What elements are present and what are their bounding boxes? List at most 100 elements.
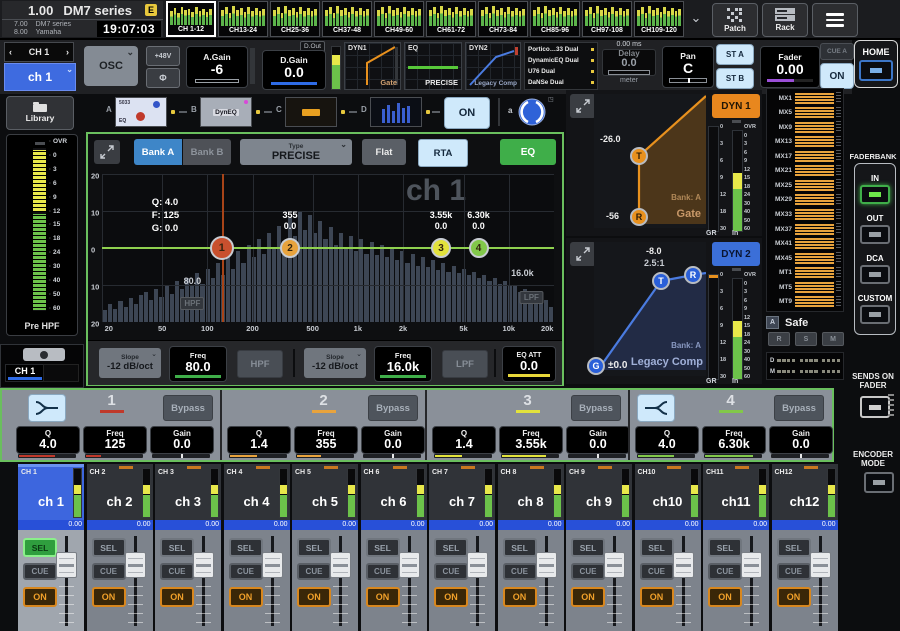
band-2-q-knob[interactable]: Q1.4 [227,426,291,454]
channel-strip-ch9[interactable]: CH 9ch 90.00SELCUEON [566,464,632,631]
st-a-button[interactable]: ST A [716,44,754,65]
expand-dyn2-button[interactable] [570,242,596,266]
strip-cue-button[interactable]: CUE [297,563,331,580]
strip-on-button[interactable]: ON [640,587,674,607]
dyn2-thumbnail[interactable]: DYN2 Legacy Comp [465,42,521,90]
band-3-gain-knob[interactable]: Gain0.0 [566,426,630,454]
insert-slot-a-thumbnail[interactable]: 5033 EQ [115,97,167,127]
strip-sel-button[interactable]: SEL [571,538,605,557]
strip-fader-handle[interactable] [125,552,146,578]
send-row-mx9[interactable]: MX9 [767,121,841,133]
dyn1-thumbnail[interactable]: DYN1 Gate [344,42,401,90]
band-1-q-knob[interactable]: Q4.0 [16,426,80,454]
channel-strip-ch1[interactable]: CH 1ch 10.00SELCUEON [18,464,84,631]
strip-fader-handle[interactable] [56,552,77,578]
strip-cue-button[interactable]: CUE [503,563,537,580]
channel-name-button[interactable]: ch 1⌄ [4,63,76,91]
channel-strip-ch2[interactable]: CH 2ch 20.00SELCUEON [87,464,153,631]
cue-a-button[interactable]: CUE A [820,43,854,60]
strip-on-button[interactable]: ON [777,587,811,607]
safe-r-button[interactable]: R [768,332,790,346]
band-2-gain-knob[interactable]: Gain0.0 [361,426,425,454]
strip-on-button[interactable]: ON [92,587,126,607]
phantom-48v-button[interactable]: +48V [146,46,180,66]
plugin-item[interactable]: Portico…33 Dual [528,46,594,53]
sends-meter-list[interactable]: MX1MX5MX9MX13MX17MX21MX25MX29MX33MX37MX4… [766,88,844,312]
strip-fader-handle[interactable] [330,552,351,578]
strip-sel-button[interactable]: SEL [777,538,811,557]
strip-on-button[interactable]: ON [503,587,537,607]
strip-fader-handle[interactable] [399,552,420,578]
strip-sel-button[interactable]: SEL [23,538,57,557]
eq-band-1-handle[interactable]: 1 [210,236,234,260]
send-row-mx37[interactable]: MX37 [767,223,841,235]
strip-fader-handle[interactable] [810,552,831,578]
lpf-freq-knob[interactable]: Freq16.0k [374,346,432,382]
strip-cue-button[interactable]: CUE [92,563,126,580]
eq-on-button[interactable]: EQ [500,139,556,165]
osc-button[interactable]: OSC⌄ [84,46,138,86]
insert-slot-b-thumbnail[interactable]: DynEQ [200,97,252,127]
strip-on-button[interactable]: ON [229,587,263,607]
gate-graph[interactable]: Bank: A Gate [594,94,706,228]
channel-strip-ch10[interactable]: CH10ch100.00SELCUEON [635,464,701,631]
dante-logo-icon[interactable] [518,98,546,126]
strip-fader-handle[interactable] [536,552,557,578]
send-row-mx45[interactable]: MX45 [767,252,841,264]
band-1-freq-knob[interactable]: Freq125 [83,426,147,454]
fader-value-box[interactable]: Fader 0.00 [760,46,820,88]
eq-band-3-handle[interactable]: 3 [431,238,451,258]
st-b-button[interactable]: ST B [716,68,754,89]
strip-cue-button[interactable]: CUE [640,563,674,580]
eq-thumbnail[interactable]: EQ PRECISE [404,42,462,90]
strip-sel-button[interactable]: SEL [503,538,537,557]
send-row-mx21[interactable]: MX21 [767,165,841,177]
delay-knob[interactable]: Delay 0.0 [602,49,656,76]
strip-cue-button[interactable]: CUE [366,563,400,580]
eq-band-2-handle[interactable]: 2 [280,238,300,258]
dyn1-button[interactable]: DYN 1 [712,94,760,118]
eq-flat-button[interactable]: Flat [362,139,406,165]
hpf-slope-dropdown[interactable]: Slope-12 dB/oct ⌄ [99,348,161,378]
strip-on-button[interactable]: ON [434,587,468,607]
channel-strip-ch5[interactable]: CH 5ch 50.00SELCUEON [292,464,358,631]
strip-fader-handle[interactable] [741,552,762,578]
channel-on-button[interactable]: ON [820,63,854,89]
faderbank-in-button[interactable]: IN [860,174,890,204]
band-1-type-button[interactable] [28,394,66,422]
strip-cue-button[interactable]: CUE [571,563,605,580]
strip-on-button[interactable]: ON [23,587,57,607]
channel-strip-ch11[interactable]: CH11ch110.00SELCUEON [703,464,769,631]
strip-cue-button[interactable]: CUE [777,563,811,580]
send-row-mx17[interactable]: MX17 [767,150,841,162]
rack-button[interactable]: Rack [762,3,808,37]
comp-ratio-handle[interactable]: R [684,266,702,284]
expand-icon[interactable]: ◳ [548,96,554,103]
channel-strip-ch7[interactable]: CH 7ch 70.00SELCUEON [429,464,495,631]
strip-on-button[interactable]: ON [708,587,742,607]
strip-sel-button[interactable]: SEL [434,538,468,557]
band-1-bypass-button[interactable]: Bypass [163,395,213,421]
band-3-bypass-button[interactable]: Bypass [571,395,621,421]
channel-next-button[interactable]: › [66,47,69,57]
plugin-item[interactable]: DaNSe Dual [528,79,594,86]
dm-assign-matrix[interactable]: DM [766,352,844,380]
digital-gain-knob[interactable]: D.Gain 0.0 [262,50,326,90]
strip-sel-button[interactable]: SEL [640,538,674,557]
strip-sel-button[interactable]: SEL [229,538,263,557]
band-2-bypass-button[interactable]: Bypass [368,395,418,421]
send-row-mx41[interactable]: MX41 [767,238,841,250]
safe-s-button[interactable]: S [795,332,817,346]
band-4-gain-knob[interactable]: Gain0.0 [769,426,833,454]
gate-range-handle[interactable]: R [630,208,648,226]
scene-block[interactable]: 1.00 DM7 series E 7.008.00 DM7 seriesYam… [2,1,163,37]
plugin-list[interactable]: Portico…33 DualDynamicEQ DualU76 DualDaN… [524,42,598,90]
expand-eq-button[interactable] [94,140,120,164]
plugin-item[interactable]: DynamicEQ Dual [528,57,594,64]
strip-sel-button[interactable]: SEL [297,538,331,557]
eq-band-4-handle[interactable]: 4 [469,238,489,258]
menu-button[interactable] [812,3,858,37]
band-3-q-knob[interactable]: Q1.4 [432,426,496,454]
channel-strip-ch12[interactable]: CH12ch120.00SELCUEON [772,464,838,631]
send-row-mx33[interactable]: MX33 [767,209,841,221]
